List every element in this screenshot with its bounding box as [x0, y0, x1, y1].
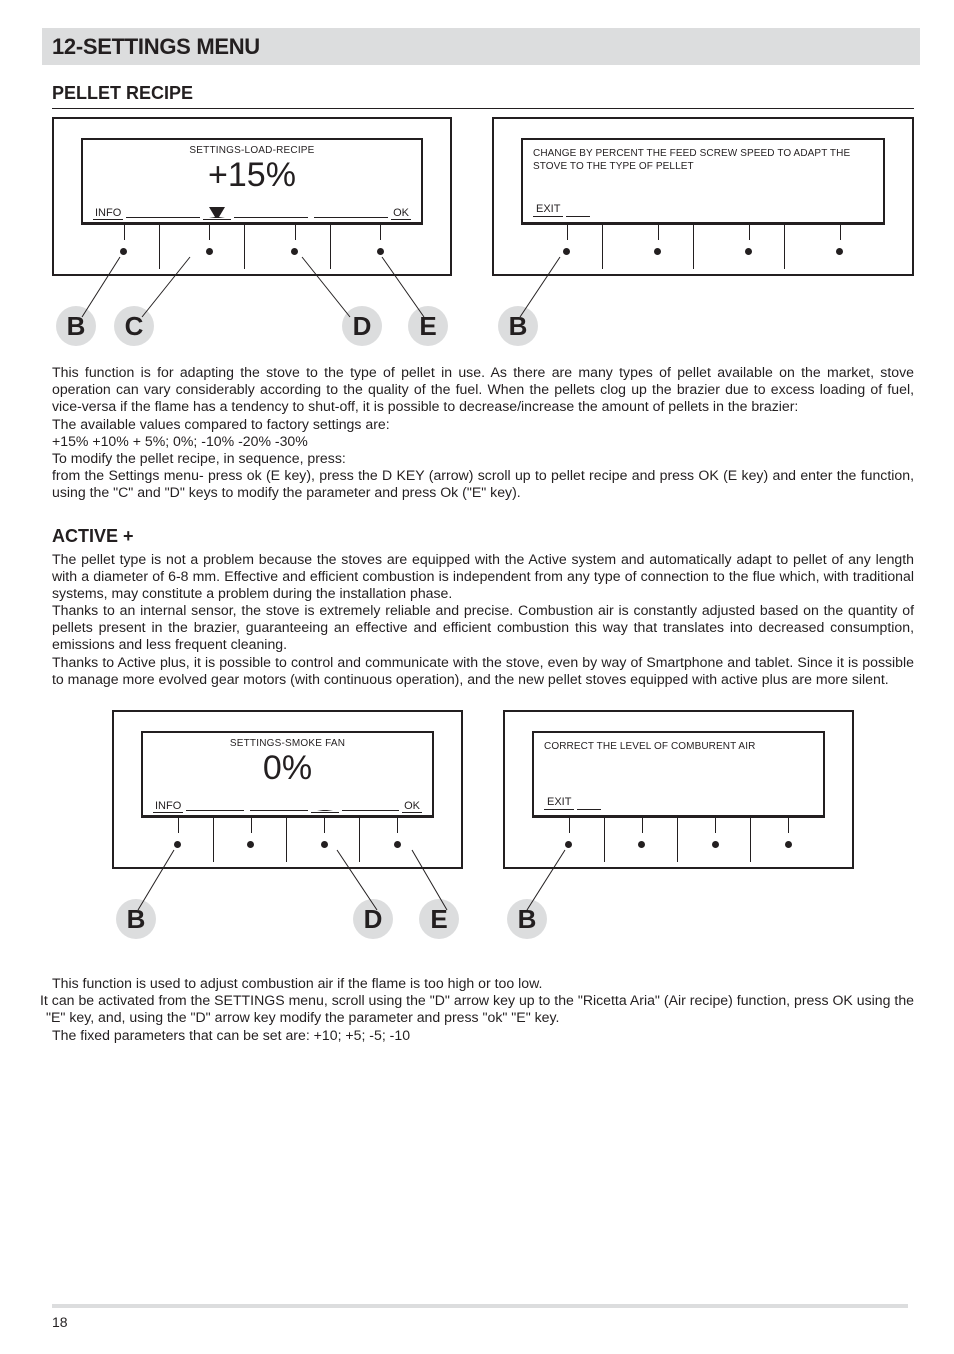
info-panel-right: CHANGE BY PERCENT THE FEED SCREW SPEED T…	[492, 117, 914, 346]
hardware-button[interactable]	[785, 841, 792, 848]
label-b: B	[498, 306, 538, 346]
label-e: E	[408, 306, 448, 346]
lcd-screen: SETTINGS-LOAD-RECIPE +15% INFO OK	[81, 138, 423, 224]
page-number: 18	[52, 1314, 68, 1330]
label-d: D	[342, 306, 382, 346]
body-text: from the Settings menu- press ok (E key)…	[52, 467, 914, 501]
section-title-active: ACTIVE +	[52, 526, 914, 547]
body-text: It can be activated from the SETTINGS me…	[46, 992, 914, 1026]
body-text: Thanks to Active plus, it is possible to…	[52, 654, 914, 688]
label-b: B	[507, 899, 547, 939]
divider	[52, 108, 914, 109]
lcd-screen: SETTINGS-SMOKE FAN 0% INFO OK	[141, 731, 434, 817]
label-b: B	[116, 899, 156, 939]
hardware-button[interactable]	[377, 248, 384, 255]
hardware-button[interactable]	[565, 841, 572, 848]
label-d: D	[353, 899, 393, 939]
body-text: The pellet type is not a problem because…	[52, 551, 914, 603]
lcd-ok-label[interactable]: OK	[391, 207, 411, 220]
label-c: C	[114, 306, 154, 346]
button-row	[59, 224, 445, 269]
body-text: The fixed parameters that can be set are…	[52, 1027, 914, 1044]
lcd-screen-info: CHANGE BY PERCENT THE FEED SCREW SPEED T…	[521, 138, 885, 224]
arrow-down-icon[interactable]	[209, 207, 225, 218]
arrow-up-icon[interactable]	[317, 810, 333, 811]
lcd-screen-info: CORRECT THE LEVEL OF COMBURENT AIR EXIT	[532, 731, 825, 817]
page-header: 12-SETTINGS MENU	[42, 28, 920, 65]
hardware-button[interactable]	[247, 841, 254, 848]
body-text: This function is used to adjust combusti…	[52, 975, 914, 992]
info-text: CORRECT THE LEVEL OF COMBURENT AIR	[534, 733, 823, 754]
exit-label[interactable]: EXIT	[533, 203, 563, 217]
hardware-button[interactable]	[712, 841, 719, 848]
hardware-button[interactable]	[836, 248, 843, 255]
button-row	[119, 817, 456, 862]
control-panel-left: SETTINGS-SMOKE FAN 0% INFO OK	[112, 710, 463, 939]
hardware-button[interactable]	[174, 841, 181, 848]
hardware-button[interactable]	[206, 248, 213, 255]
control-panel-left: SETTINGS-LOAD-RECIPE +15% INFO OK	[52, 117, 452, 346]
lcd-ok-label[interactable]: OK	[402, 800, 422, 813]
hardware-button[interactable]	[291, 248, 298, 255]
body-text: The available values compared to factory…	[52, 416, 914, 433]
info-text: CHANGE BY PERCENT THE FEED SCREW SPEED T…	[523, 140, 883, 173]
label-e: E	[419, 899, 459, 939]
lcd-title: SETTINGS-SMOKE FAN	[143, 733, 432, 749]
lcd-info-label[interactable]: INFO	[93, 207, 123, 220]
body-text: +15% +10% + 5%; 0%; -10% -20% -30%	[52, 433, 914, 450]
footer-divider	[52, 1304, 908, 1308]
hardware-button[interactable]	[654, 248, 661, 255]
section-title-pellet: PELLET RECIPE	[52, 83, 914, 104]
body-text: This function is for adapting the stove …	[52, 364, 914, 416]
hardware-button[interactable]	[638, 841, 645, 848]
label-b: B	[56, 306, 96, 346]
hardware-button[interactable]	[745, 248, 752, 255]
hardware-button[interactable]	[120, 248, 127, 255]
hardware-button[interactable]	[321, 841, 328, 848]
lcd-value: 0%	[143, 751, 432, 785]
hardware-button[interactable]	[394, 841, 401, 848]
lcd-title: SETTINGS-LOAD-RECIPE	[83, 140, 421, 156]
lcd-info-label[interactable]: INFO	[153, 800, 183, 813]
body-text: To modify the pellet recipe, in sequence…	[52, 450, 914, 467]
page-title: 12-SETTINGS MENU	[52, 34, 910, 60]
lcd-value: +15%	[83, 158, 421, 192]
button-row	[510, 817, 847, 862]
body-text: Thanks to an internal sensor, the stove …	[52, 602, 914, 654]
exit-label[interactable]: EXIT	[544, 796, 574, 810]
button-row	[499, 224, 907, 269]
info-panel-right: CORRECT THE LEVEL OF COMBURENT AIR EXIT …	[503, 710, 854, 939]
hardware-button[interactable]	[563, 248, 570, 255]
